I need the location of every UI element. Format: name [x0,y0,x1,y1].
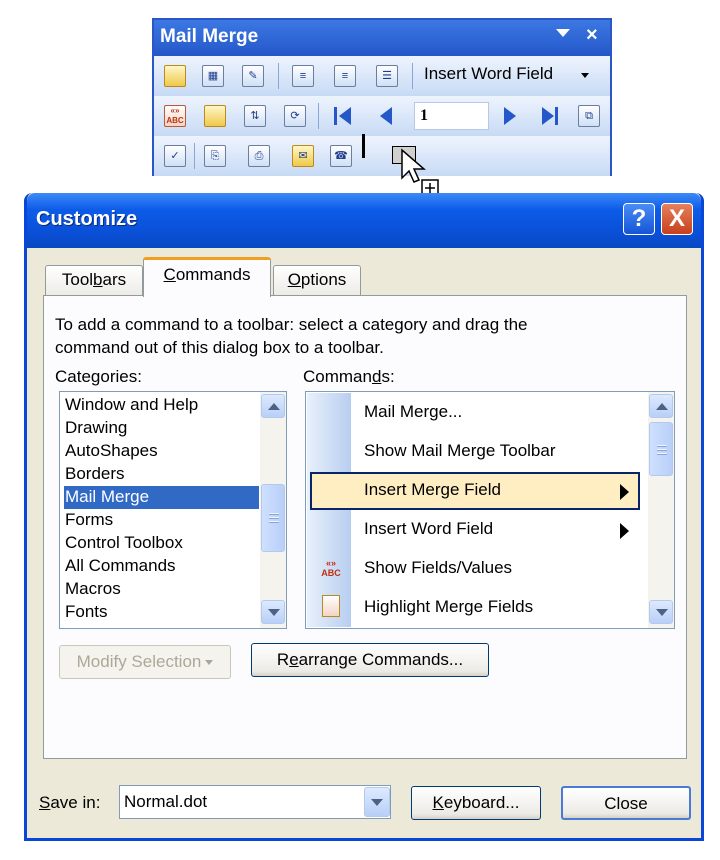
highlight-merge-fields-icon[interactable] [204,105,226,127]
save-in-dropdown[interactable]: Normal.dot [119,785,391,819]
scroll-down-button[interactable] [261,600,285,624]
save-in-label: Save in: [39,793,101,812]
commands-label: Commands: [303,367,395,386]
categories-label: Categories: [55,367,142,386]
scroll-down-button[interactable] [649,600,673,624]
merge-to-new-document-icon[interactable]: ⎘ [204,145,226,167]
propagate-labels-icon[interactable]: ⟳ [284,105,306,127]
list-item[interactable]: Fonts [64,601,259,624]
toolbar-title-bar[interactable]: Mail Merge × [154,20,610,56]
submenu-arrow-icon [620,523,629,539]
chevron-up-icon [268,403,280,410]
instruction-line-1: To add a command to a toolbar: select a … [55,315,528,334]
greeting-line-icon[interactable]: ≡ [334,65,356,87]
main-document-setup-icon[interactable] [164,65,186,87]
first-record-icon[interactable] [332,106,354,126]
scroll-up-button[interactable] [261,394,285,418]
tab-toolbars[interactable]: Toolbars [45,265,143,295]
check-for-errors-icon[interactable]: ✓ [164,145,186,167]
save-in-value: Normal.dot [124,792,208,811]
insert-word-field-caret-icon[interactable] [581,73,589,78]
chevron-down-icon [205,660,214,666]
chevron-down-icon [656,609,668,616]
previous-record-icon[interactable] [380,107,394,127]
record-number: 1 [420,107,428,124]
toolbar-separator [278,63,279,89]
close-icon[interactable]: X [661,203,693,235]
modify-selection-button: Modify Selection [59,645,231,679]
help-button[interactable]: ? [623,203,655,235]
instruction-line-2: command out of this dialog box to a tool… [55,338,384,357]
categories-scrollbar[interactable] [260,392,286,628]
toolbar-separator [318,103,319,129]
toolbar-separator [412,63,413,89]
customize-dialog: Customize ? X Toolbars Commands Options … [24,193,704,841]
dialog-title-bar[interactable]: Customize ? X [27,193,701,248]
tab-options[interactable]: Options [273,265,361,295]
list-item[interactable]: Drawing [64,417,259,440]
commands-scrollbar[interactable] [648,392,674,628]
last-record-icon[interactable] [542,106,564,126]
merge-to-printer-icon[interactable]: ⎙ [248,145,270,167]
insert-merge-fields-icon[interactable]: ☰ [376,65,398,87]
chevron-down-icon [268,609,280,616]
match-fields-icon[interactable]: ⇅ [244,105,266,127]
list-item[interactable]: Insert Word Field [310,511,640,549]
list-item[interactable]: All Commands [64,555,259,578]
toolbar-options-chevron-icon[interactable] [556,29,570,37]
list-item-selected[interactable]: Mail Merge [64,486,259,509]
list-item[interactable]: Forms [64,509,259,532]
toolbar-close-icon[interactable]: × [586,24,598,47]
chevron-down-icon [371,799,383,806]
list-item[interactable]: Mail Merge... [310,394,640,432]
open-data-source-icon[interactable]: ▦ [202,65,224,87]
toolbar-row-2: «» ABC ⇅ ⟳ 1 ⧉ [154,96,610,136]
list-item[interactable]: Control Toolbox [64,532,259,555]
highlight-merge-fields-icon [322,595,340,617]
mail-merge-toolbar: Mail Merge × ▦ ✎ ≡ ≡ ☰ Insert Word Field… [152,18,612,176]
toolbar-row-1: ▦ ✎ ≡ ≡ ☰ Insert Word Field [154,56,610,96]
scroll-thumb[interactable] [261,484,285,552]
list-item[interactable]: «» ABC Show Fields/Values [310,550,640,588]
submenu-arrow-icon [620,484,629,500]
scroll-thumb[interactable] [649,422,673,476]
list-item[interactable]: Macros [64,578,259,601]
next-record-icon[interactable] [504,107,518,127]
view-merged-data-icon[interactable]: «» ABC [164,105,186,127]
list-item[interactable]: Show Mail Merge Toolbar [310,433,640,471]
dropdown-button[interactable] [364,787,390,817]
chevron-up-icon [656,403,668,410]
toolbar-row-3: ✓ ⎘ ⎙ ✉ ☎ [154,136,610,176]
list-item[interactable]: AutoShapes [64,440,259,463]
list-item-selected[interactable]: Insert Merge Field [310,472,640,510]
merge-to-fax-icon[interactable]: ☎ [330,145,352,167]
address-block-icon[interactable]: ≡ [292,65,314,87]
insert-word-field-menu[interactable]: Insert Word Field [424,64,553,84]
dialog-title: Customize [36,208,138,230]
toolbar-title: Mail Merge [160,26,259,47]
categories-list[interactable]: Window and Help Drawing AutoShapes Borde… [59,391,287,629]
list-item[interactable]: Window and Help [64,394,259,417]
toolbar-separator [194,143,195,169]
merge-to-email-icon[interactable]: ✉ [292,145,314,167]
insertion-mark-icon [362,134,365,158]
list-item[interactable]: Highlight Merge Fields [310,589,640,627]
find-entry-icon[interactable]: ⧉ [578,105,600,127]
recipients-icon[interactable]: ✎ [242,65,264,87]
tab-commands[interactable]: Commands [143,257,271,297]
rearrange-commands-button[interactable]: Rearrange Commands... [251,643,489,677]
close-button[interactable]: Close [561,786,691,820]
list-item[interactable]: Borders [64,463,259,486]
keyboard-button[interactable]: Keyboard... [411,786,541,820]
commands-list[interactable]: Mail Merge... Show Mail Merge Toolbar In… [305,391,675,629]
scroll-up-button[interactable] [649,394,673,418]
view-merged-data-icon: «» ABC [321,558,341,578]
